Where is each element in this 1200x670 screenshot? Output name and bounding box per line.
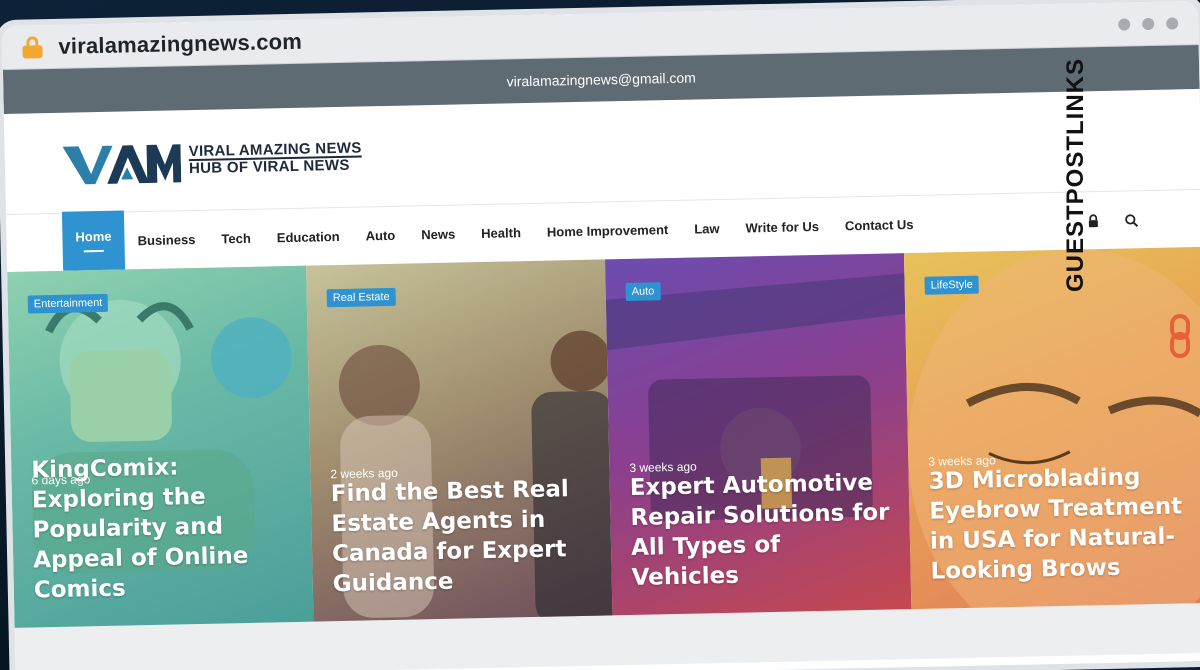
nav-item-home-improvement[interactable]: Home Improvement xyxy=(533,201,682,261)
nav-item-business[interactable]: Business xyxy=(124,211,209,270)
nav-item-tech[interactable]: Tech xyxy=(208,210,265,268)
nav-item-health[interactable]: Health xyxy=(468,204,535,262)
window-controls xyxy=(1118,16,1179,31)
window-dot[interactable] xyxy=(1166,16,1179,30)
post-title[interactable]: Expert Automotive Repair Solutions for A… xyxy=(629,467,892,592)
nav-item-label: Home xyxy=(75,228,112,245)
nav-item-law[interactable]: Law xyxy=(681,200,733,258)
featured-post-card[interactable]: LifeStyle 3 weeks ago 3D Microblading Ey… xyxy=(903,246,1200,610)
nav-item-news[interactable]: News xyxy=(408,205,469,263)
category-badge[interactable]: Auto xyxy=(625,282,661,301)
browser-window: viralamazingnews.com viralamazingnews@gm… xyxy=(2,0,1200,670)
guestpostlinks-watermark: GUESTPOSTLINKS xyxy=(1062,58,1196,358)
category-badge[interactable]: LifeStyle xyxy=(924,275,980,295)
lock-icon xyxy=(22,35,43,59)
vam-logo-icon xyxy=(62,144,182,185)
active-underline xyxy=(83,249,104,253)
nav-item-education[interactable]: Education xyxy=(263,208,353,267)
logo-tagline: HUB OF VIRAL NEWS xyxy=(188,156,350,178)
featured-post-card[interactable]: Auto 3 weeks ago Expert Automotive Repai… xyxy=(605,253,912,616)
window-dot[interactable] xyxy=(1118,17,1131,31)
post-title[interactable]: Find the Best Real Estate Agents in Cana… xyxy=(331,474,594,599)
window-dot[interactable] xyxy=(1142,17,1155,30)
category-badge[interactable]: Entertainment xyxy=(27,293,109,314)
site-logo[interactable]: VIRAL AMAZING NEWS HUB OF VIRAL NEWS xyxy=(60,133,362,187)
nav-item-home[interactable]: Home xyxy=(61,210,126,271)
nav-item-contact-us[interactable]: Contact Us xyxy=(831,196,927,255)
featured-post-card[interactable]: Real Estate 2 weeks ago Find the Best Re… xyxy=(306,259,613,622)
watermark-text: GUESTPOSTLINKS xyxy=(1061,58,1089,293)
browser-url[interactable]: viralamazingnews.com xyxy=(58,28,302,59)
link-chain-icon xyxy=(1170,314,1190,358)
post-title[interactable]: 3D Microblading Eyebrow Treatment in USA… xyxy=(928,461,1191,586)
category-badge[interactable]: Real Estate xyxy=(326,287,396,308)
search-icon[interactable] xyxy=(1124,213,1139,227)
post-title[interactable]: KingComix: Exploring the Popularity and … xyxy=(31,450,295,605)
contact-email[interactable]: viralamazingnews@gmail.com xyxy=(506,69,696,89)
featured-post-card[interactable]: Entertainment 6 days ago KingComix: Expl… xyxy=(7,265,314,628)
featured-posts: Entertainment 6 days ago KingComix: Expl… xyxy=(7,246,1200,628)
nav-item-auto[interactable]: Auto xyxy=(352,207,409,265)
nav-item-write-for-us[interactable]: Write for Us xyxy=(732,198,833,257)
